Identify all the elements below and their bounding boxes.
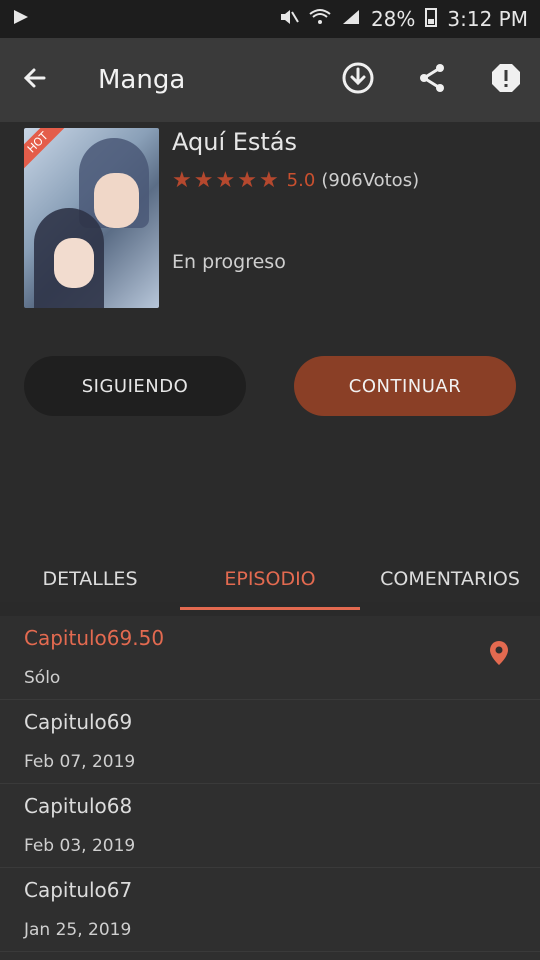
star-icon: ★ (237, 168, 257, 193)
back-arrow-icon (20, 64, 48, 96)
share-button[interactable] (412, 60, 452, 100)
episode-row[interactable]: Capitulo69.50 Sólo (0, 616, 540, 700)
download-button[interactable] (338, 60, 378, 100)
episode-row[interactable]: Capitulo68 Feb 03, 2019 (0, 784, 540, 868)
mute-icon (279, 7, 299, 31)
manga-header: HOT Aquí Estás ★★★★★ 5.0 (906Votos) En p… (0, 122, 540, 602)
episode-row[interactable]: Capitulo67 Jan 25, 2019 (0, 868, 540, 952)
star-icon: ★ (215, 168, 236, 193)
status-bar: 28% 3:12 PM (0, 0, 540, 38)
star-icon: ★ (258, 168, 279, 193)
cover-image[interactable]: HOT (24, 128, 159, 308)
back-button[interactable] (14, 60, 54, 100)
star-icon: ★ (172, 168, 192, 193)
cover-face-2 (54, 238, 94, 288)
manga-title: Aquí Estás (172, 128, 298, 156)
manga-meta: Aquí Estás ★★★★★ 5.0 (906Votos) En progr… (172, 128, 520, 273)
rating: ★★★★★ 5.0 (906Votos) (172, 168, 520, 193)
app-icon (12, 7, 30, 31)
hot-badge: HOT (24, 128, 67, 172)
episode-subtitle: Sólo (24, 668, 61, 688)
rating-votes: (906Votos) (321, 170, 420, 191)
follow-button[interactable]: SIGUIENDO (24, 356, 246, 416)
episode-date: Feb 03, 2019 (24, 836, 136, 856)
clock: 3:12 PM (447, 7, 528, 31)
episode-title: Capitulo67 (24, 878, 133, 902)
report-icon (490, 62, 522, 98)
cover-face (94, 173, 139, 228)
episode-title: Capitulo68 (24, 794, 133, 818)
episode-title: Capitulo69.50 (24, 626, 165, 650)
episode-list: Capitulo69.50 Sólo Capitulo69 Feb 07, 20… (0, 616, 540, 960)
page-title: Manga (98, 65, 186, 95)
report-button[interactable] (486, 60, 526, 100)
episode-title: Capitulo69 (24, 710, 133, 734)
star-icon: ★ (193, 168, 214, 193)
signal-icon (341, 7, 361, 31)
tab-comments[interactable]: COMENTARIOS (360, 548, 540, 610)
rating-stars: ★★★★★ (172, 168, 281, 193)
episode-date: Feb 07, 2019 (24, 752, 136, 772)
wifi-icon (309, 7, 331, 31)
download-icon (341, 61, 375, 99)
tabs: DETALLES EPISODIO COMENTARIOS (0, 548, 540, 610)
battery-icon (425, 7, 438, 32)
publication-status: En progreso (172, 251, 286, 273)
episode-row[interactable]: Capitulo69 Feb 07, 2019 (0, 700, 540, 784)
tab-episodes[interactable]: EPISODIO (180, 548, 360, 610)
app-bar: Manga (0, 38, 540, 122)
location-pin-icon (488, 640, 510, 670)
rating-score: 5.0 (286, 170, 316, 191)
episode-date: Jan 25, 2019 (24, 920, 132, 940)
tab-details[interactable]: DETALLES (0, 548, 180, 610)
share-icon (416, 62, 448, 98)
battery-text: 28% (370, 7, 416, 31)
continue-button[interactable]: CONTINUAR (294, 356, 516, 416)
